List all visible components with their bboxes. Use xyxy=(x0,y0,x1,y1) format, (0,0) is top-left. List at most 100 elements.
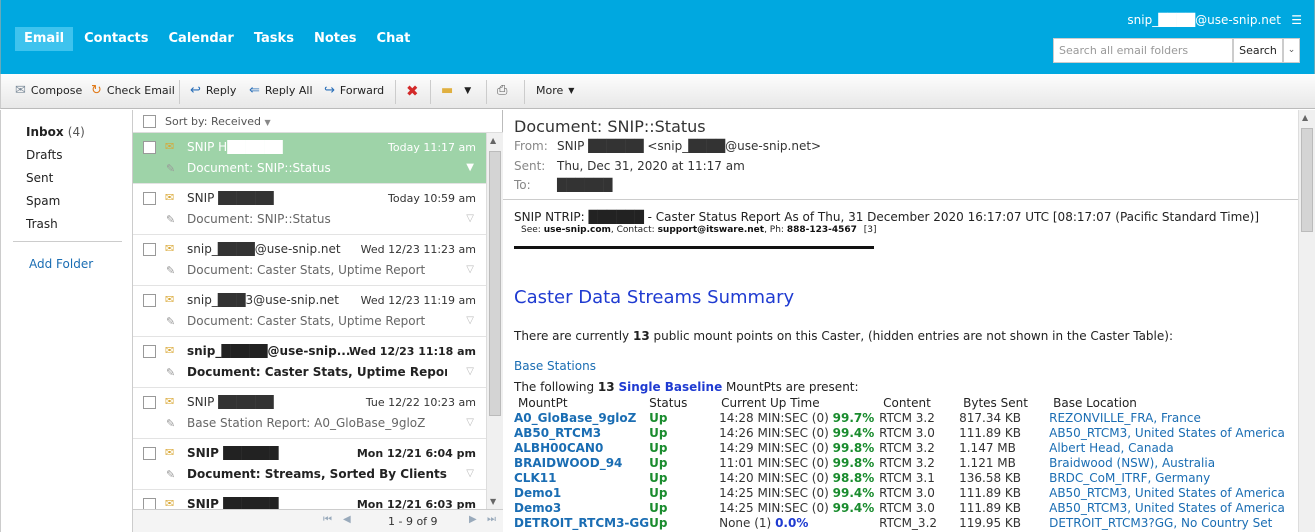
top-bar: Email Contacts Calendar Tasks Notes Chat… xyxy=(0,0,1315,74)
folder-spam[interactable]: Spam xyxy=(26,194,60,208)
location-link[interactable]: DETROIT_RTCM3?GG, No Country Set xyxy=(1049,515,1289,530)
sort-dropdown[interactable]: Sort by: Received ▼ xyxy=(165,115,271,128)
message-checkbox[interactable] xyxy=(143,141,156,154)
base-stations-link[interactable]: Base Stations xyxy=(514,359,596,373)
scroll-thumb[interactable] xyxy=(1301,128,1313,232)
search-button[interactable]: Search xyxy=(1233,38,1283,63)
location-link[interactable]: BRDC_CoM_ITRF, Germany xyxy=(1049,470,1289,485)
search-input[interactable]: Search all email folders xyxy=(1053,38,1233,63)
message-row[interactable]: ✉ SNIP ██████ Tue 12/22 10:23 am ✎ Base … xyxy=(133,388,486,439)
message-row[interactable]: ✉ SNIP ██████ Mon 12/21 6:03 pm xyxy=(133,490,486,509)
table-row: DETROIT_RTCM3-GG Up None (1) 0.0% RTCM_3… xyxy=(514,515,1289,530)
message-checkbox[interactable] xyxy=(143,294,156,307)
message-checkbox[interactable] xyxy=(143,192,156,205)
location-link[interactable]: AB50_RTCM3, United States of America xyxy=(1049,425,1289,440)
site-link[interactable]: use-snip.com xyxy=(544,225,611,235)
mountpoint-link[interactable]: A0_GloBase_9gloZ xyxy=(514,410,649,425)
content-cell: RTCM_3.2 xyxy=(879,515,938,530)
col-bytes: Bytes Sent xyxy=(963,395,1028,410)
mountpoint-link[interactable]: Demo1 xyxy=(514,485,649,500)
message-row[interactable]: ✉ SNIP H██████ Today 11:17 am ✎ Document… xyxy=(133,133,486,184)
mountpoint-link[interactable]: Demo3 xyxy=(514,500,649,515)
reply-button[interactable]: ↩ Reply xyxy=(190,74,236,108)
nav-chat[interactable]: Chat xyxy=(368,27,420,51)
mountpoint-link[interactable]: CLK11 xyxy=(514,470,649,485)
more-button[interactable]: More ▼ xyxy=(536,74,574,108)
to-value[interactable]: ██████ xyxy=(557,178,612,192)
first-page-icon[interactable]: ⏮ xyxy=(323,514,332,525)
nav-contacts[interactable]: Contacts xyxy=(75,27,157,51)
flag-icon[interactable]: ▽ xyxy=(466,468,474,479)
prev-page-icon[interactable]: ◀ xyxy=(343,514,351,525)
single-baseline-link[interactable]: Single Baseline xyxy=(618,380,722,394)
reply-all-button[interactable]: ⇐ Reply All xyxy=(249,74,313,108)
check-email-button[interactable]: ↻ Check Email xyxy=(91,74,175,108)
flag-icon[interactable]: ▽ xyxy=(466,213,474,224)
status-cell: Up xyxy=(649,440,668,455)
nav-calendar[interactable]: Calendar xyxy=(160,27,243,51)
scroll-up-icon[interactable]: ▲ xyxy=(1302,113,1308,122)
content-cell: RTCM 3.0 xyxy=(879,500,935,515)
message-row[interactable]: ✉ SNIP ██████ Mon 12/21 6:04 pm ✎ Docume… xyxy=(133,439,486,490)
message-checkbox[interactable] xyxy=(143,345,156,358)
delete-button[interactable]: ✖ xyxy=(406,74,424,108)
from-value[interactable]: SNIP ██████ <snip_████@use-snip.net> xyxy=(557,139,821,153)
ref-link[interactable]: [3] xyxy=(864,225,877,235)
mountpoint-count: 13 xyxy=(632,329,650,343)
last-page-icon[interactable]: ⏭ xyxy=(487,514,496,525)
message-checkbox[interactable] xyxy=(143,243,156,256)
mountpoint-link[interactable]: ALBH00CAN0 xyxy=(514,440,649,455)
reading-pane-scrollbar[interactable]: ▲ xyxy=(1298,110,1315,532)
printer-icon: ⎙ xyxy=(497,83,508,98)
status-cell: Up xyxy=(649,425,668,440)
message-list-scrollbar[interactable]: ▲ ▼ xyxy=(486,133,503,509)
location-link[interactable]: REZONVILLE_FRA, France xyxy=(1049,410,1289,425)
message-checkbox[interactable] xyxy=(143,396,156,409)
folder-inbox[interactable]: Inbox (4) xyxy=(26,125,85,139)
reply-icon: ↩ xyxy=(190,83,201,98)
flag-icon[interactable]: ▽ xyxy=(466,417,474,428)
message-row[interactable]: ✉ SNIP ██████ Today 10:59 am ✎ Document:… xyxy=(133,184,486,235)
folder-trash[interactable]: Trash xyxy=(26,217,58,231)
move-folder-button[interactable]: ▬ ▼ xyxy=(441,74,471,108)
message-row[interactable]: ✉ snip_███3@use-snip.net Wed 12/23 11:19… xyxy=(133,286,486,337)
user-account[interactable]: snip_████@use-snip.net xyxy=(1127,13,1281,27)
flag-icon[interactable]: ▽ xyxy=(466,366,474,377)
folder-sent[interactable]: Sent xyxy=(26,171,53,185)
location-link[interactable]: AB50_RTCM3, United States of America xyxy=(1049,485,1289,500)
col-mountpt: MountPt xyxy=(518,395,568,410)
flag-icon[interactable]: ▼ xyxy=(466,162,474,173)
message-row[interactable]: ✉ snip_█████@use-snip.... Wed 12/23 11:1… xyxy=(133,337,486,388)
print-button[interactable]: ⎙ xyxy=(497,74,512,108)
message-row[interactable]: ✉ snip_████@use-snip.net Wed 12/23 11:23… xyxy=(133,235,486,286)
flag-icon[interactable]: ▽ xyxy=(466,315,474,326)
location-link[interactable]: AB50_RTCM3, United States of America xyxy=(1049,500,1289,515)
select-all-checkbox[interactable] xyxy=(143,115,156,128)
content-cell: RTCM 3.1 xyxy=(879,470,935,485)
mountpoint-link[interactable]: BRAIDWOOD_94 xyxy=(514,455,649,470)
mountpoint-link[interactable]: AB50_RTCM3 xyxy=(514,425,649,440)
next-page-icon[interactable]: ▶ xyxy=(469,514,477,525)
hamburger-icon[interactable]: ☰ xyxy=(1291,13,1302,27)
folder-divider xyxy=(13,241,122,242)
contact-email[interactable]: support@itsware.net xyxy=(658,225,764,235)
reading-pane: Document: SNIP::Status From: SNIP ██████… xyxy=(503,110,1315,532)
forward-button[interactable]: ↪ Forward xyxy=(324,74,384,108)
message-checkbox[interactable] xyxy=(143,498,156,509)
compose-button[interactable]: ✉ Compose xyxy=(15,74,82,108)
scroll-thumb[interactable] xyxy=(489,151,501,416)
add-folder-link[interactable]: Add Folder xyxy=(29,257,93,271)
folder-drafts[interactable]: Drafts xyxy=(26,148,63,162)
nav-email[interactable]: Email xyxy=(15,27,74,51)
mountpoint-link[interactable]: DETROIT_RTCM3-GG xyxy=(514,515,649,530)
scroll-down-icon[interactable]: ▼ xyxy=(490,497,496,506)
scroll-up-icon[interactable]: ▲ xyxy=(490,136,496,145)
nav-tasks[interactable]: Tasks xyxy=(245,27,303,51)
location-link[interactable]: Braidwood (NSW), Australia xyxy=(1049,455,1289,470)
nav-notes[interactable]: Notes xyxy=(305,27,366,51)
location-link[interactable]: Albert Head, Canada xyxy=(1049,440,1289,455)
message-checkbox[interactable] xyxy=(143,447,156,460)
contact-line: See: use-snip.com, Contact: support@itsw… xyxy=(521,225,877,235)
chevron-down-icon[interactable]: ⌄ xyxy=(1283,38,1300,63)
flag-icon[interactable]: ▽ xyxy=(466,264,474,275)
